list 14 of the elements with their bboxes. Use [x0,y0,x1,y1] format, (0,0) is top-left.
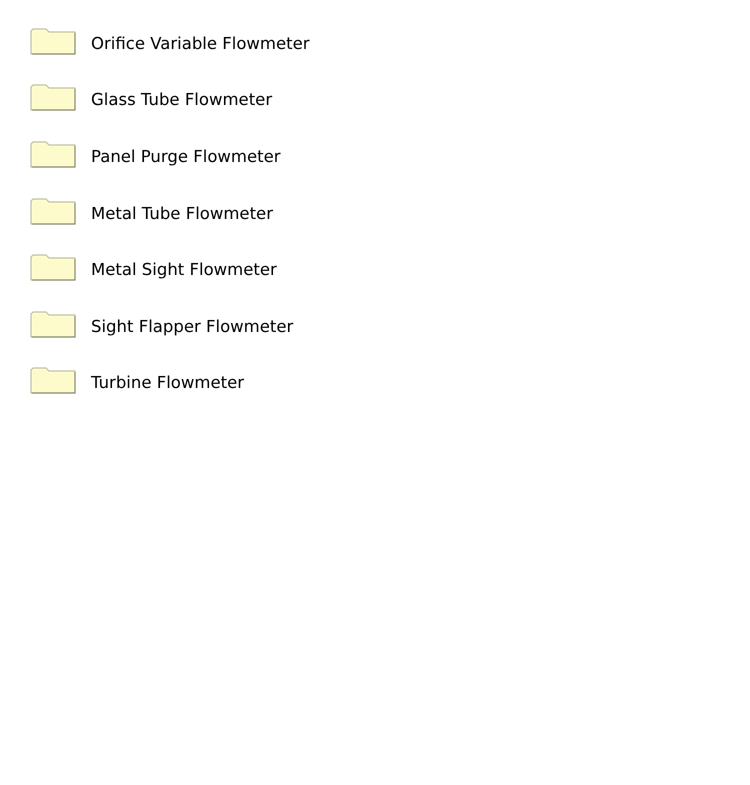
folder-icon[interactable] [30,310,76,338]
folder-icon[interactable] [30,198,76,225]
folder-label[interactable]: Metal Sight Flowmeter [91,256,277,280]
folder-icon[interactable] [30,254,76,282]
folder-icon[interactable] [30,140,76,168]
folder-label[interactable]: Orifice Variable Flowmeter [91,30,310,53]
folder-label[interactable]: Panel Purge Flowmeter [91,142,281,166]
folder-icon[interactable] [30,28,76,55]
folder-label[interactable]: Sight Flapper Flowmeter [91,312,294,336]
folder-label[interactable]: Turbine Flowmeter [91,369,244,392]
folder-icon[interactable] [30,367,76,394]
folder-icon[interactable] [30,84,76,112]
folder-label[interactable]: Glass Tube Flowmeter [91,86,272,110]
folder-label[interactable]: Metal Tube Flowmeter [91,200,273,223]
